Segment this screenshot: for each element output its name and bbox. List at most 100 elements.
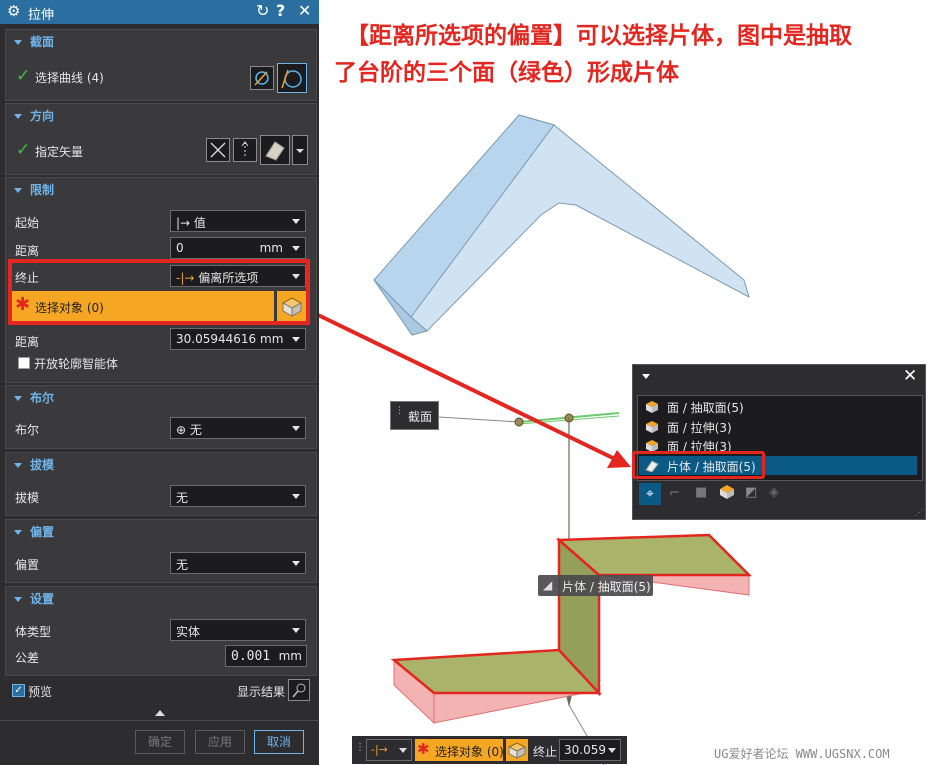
settings-header[interactable]: 设置	[14, 590, 54, 607]
boolean-label: 布尔	[15, 423, 40, 437]
quick-pick-popup: ✕ 面 / 抽取面(5) 面 / 拉伸(3) 面 / 拉伸(3) 片体 / 抽取…	[632, 364, 926, 520]
offset-header[interactable]: 偏置	[14, 523, 54, 540]
drag-handle-icon: ⋮	[355, 742, 365, 753]
chevron-down-icon	[14, 530, 22, 535]
face-icon	[645, 400, 659, 413]
dialog-title: 拉伸	[28, 8, 55, 23]
offset-select[interactable]: 无	[170, 552, 306, 574]
vector-dropdown[interactable]	[292, 135, 308, 165]
highlight-box	[8, 259, 310, 325]
select-curve-label[interactable]: 选择曲线 (4)	[35, 69, 104, 86]
help-icon[interactable]: ?	[276, 1, 285, 20]
reset-icon[interactable]: ↻	[256, 1, 269, 20]
end-label: 终止	[533, 745, 558, 759]
list-item[interactable]: 面 / 抽取面(5)	[639, 397, 917, 416]
boolean-select[interactable]: ⊕ 无	[170, 417, 306, 439]
body-type-select[interactable]: 实体	[170, 619, 306, 641]
chevron-down-icon	[14, 188, 22, 193]
end-distance-input[interactable]: 30.05944616 mm	[170, 328, 306, 350]
chevron-down-icon	[14, 463, 22, 468]
boolean-group: 布尔 布尔 ⊕ 无	[5, 385, 317, 449]
offset-group: 偏置 偏置 无	[5, 519, 317, 583]
draft-header[interactable]: 拔模	[14, 456, 54, 473]
settings-group: 设置 体类型 实体 公差 0.001 mm	[5, 586, 317, 676]
tolerance-input[interactable]: 0.001 mm	[225, 645, 307, 667]
reverse-direction-icon[interactable]	[206, 138, 230, 162]
vector-type-icon[interactable]	[260, 135, 290, 165]
sketch-section-icon[interactable]	[250, 66, 274, 90]
annotation-line-2: 了台阶的三个面（绿色）形成片体	[334, 60, 679, 86]
check-icon: ✓	[16, 140, 31, 160]
section-group: 截面 ✓ 选择曲线 (4)	[5, 29, 317, 101]
chevron-down-icon	[14, 40, 22, 45]
collapse-arrow-icon[interactable]	[155, 710, 165, 716]
body-filter-icon[interactable]: ■	[695, 485, 707, 500]
sheet-filter-icon[interactable]: ◩	[745, 485, 757, 500]
watermark: UG爱好者论坛 WWW.UGSNX.COM	[714, 747, 890, 761]
end-distance-label: 距离	[15, 335, 40, 349]
draft-group: 拔模 拔模 无	[5, 452, 317, 516]
face-icon	[645, 420, 659, 433]
value-icon: |→	[176, 216, 194, 230]
face-filter-icon[interactable]	[719, 484, 735, 502]
crosshair-icon[interactable]: ⌖	[639, 483, 661, 505]
curve-select-icon[interactable]	[277, 63, 307, 93]
offset-from-selection-icon: -|→	[371, 743, 388, 756]
specify-vector-label[interactable]: 指定矢量	[35, 143, 83, 160]
face-select-icon[interactable]	[506, 739, 528, 761]
section-tag: ⋮ 截面	[390, 401, 439, 430]
start-distance-label: 距离	[15, 244, 40, 258]
annotation-line-1: 【距离所选项的偏置】可以选择片体，图中是抽取	[346, 23, 852, 49]
curve-filter-icon[interactable]: ⌐	[669, 486, 680, 501]
cancel-button[interactable]: 取消	[254, 730, 304, 754]
vector-icon[interactable]	[233, 138, 257, 162]
open-profile-label: 开放轮廓智能体	[34, 357, 119, 371]
annotation-arrow	[319, 313, 631, 468]
list-item[interactable]: 面 / 拉伸(3)	[639, 417, 917, 436]
start-select[interactable]: |→ 值	[170, 210, 306, 232]
end-value-input[interactable]: 30.059	[559, 739, 621, 761]
show-result-icon[interactable]	[288, 679, 310, 701]
draft-label: 拔模	[15, 491, 40, 505]
close-icon[interactable]: ✕	[903, 366, 917, 386]
end-option-select[interactable]: -|→	[366, 739, 412, 761]
direction-group: 方向 ✓ 指定矢量	[5, 103, 317, 175]
chevron-down-icon[interactable]	[642, 374, 650, 379]
drag-handle-icon: ⋮	[395, 406, 404, 416]
dialog-titlebar: ⚙ 拉伸 ↻ ? ✕	[0, 0, 319, 24]
preview-checkbox[interactable]: ✓	[12, 684, 25, 697]
chevron-down-icon	[14, 396, 22, 401]
select-object-chip[interactable]: ✱ 选择对象 (0)	[415, 739, 504, 761]
divider	[0, 720, 319, 721]
close-icon[interactable]: ✕	[298, 1, 311, 20]
highlight-box	[632, 451, 765, 479]
draft-select[interactable]: 无	[170, 485, 306, 507]
section-header[interactable]: 截面	[14, 33, 54, 50]
preview-label: 预览	[28, 685, 53, 699]
offset-label: 偏置	[15, 558, 40, 572]
apply-button[interactable]: 应用	[195, 730, 245, 754]
feature-filter-icon[interactable]: ◈	[769, 485, 779, 500]
required-asterisk-icon: ✱	[417, 740, 430, 758]
extrude-dialog: ⚙ 拉伸 ↻ ? ✕ 截面 ✓ 选择曲线 (4) 方向 ✓ 指定矢量 限制 起始…	[0, 0, 319, 765]
extruded-bracket-part	[373, 114, 750, 336]
start-distance-input[interactable]: 0 mm	[170, 237, 306, 259]
show-result-label: 显示结果	[237, 685, 286, 699]
sheet-icon: ◢	[543, 578, 553, 592]
chevron-down-icon	[14, 597, 22, 602]
chevron-down-icon	[14, 114, 22, 119]
body-type-label: 体类型	[15, 625, 52, 639]
selection-toolbar: ⋮ -|→ ✱ 选择对象 (0) 终止 30.059	[352, 736, 627, 764]
open-profile-checkbox[interactable]	[18, 357, 30, 369]
sheet-tooltip: ◢ 片体 / 抽取面(5)	[538, 575, 653, 596]
direction-header[interactable]: 方向	[14, 107, 54, 124]
boolean-none-icon: ⊕	[176, 423, 190, 437]
boolean-header[interactable]: 布尔	[14, 389, 54, 406]
tolerance-label: 公差	[15, 651, 40, 665]
resize-grip-icon[interactable]: ⋰	[915, 508, 923, 517]
start-label: 起始	[15, 216, 40, 230]
check-icon: ✓	[16, 66, 31, 86]
limits-header[interactable]: 限制	[14, 181, 54, 198]
ok-button[interactable]: 确定	[135, 730, 185, 754]
gear-icon: ⚙	[7, 2, 21, 20]
